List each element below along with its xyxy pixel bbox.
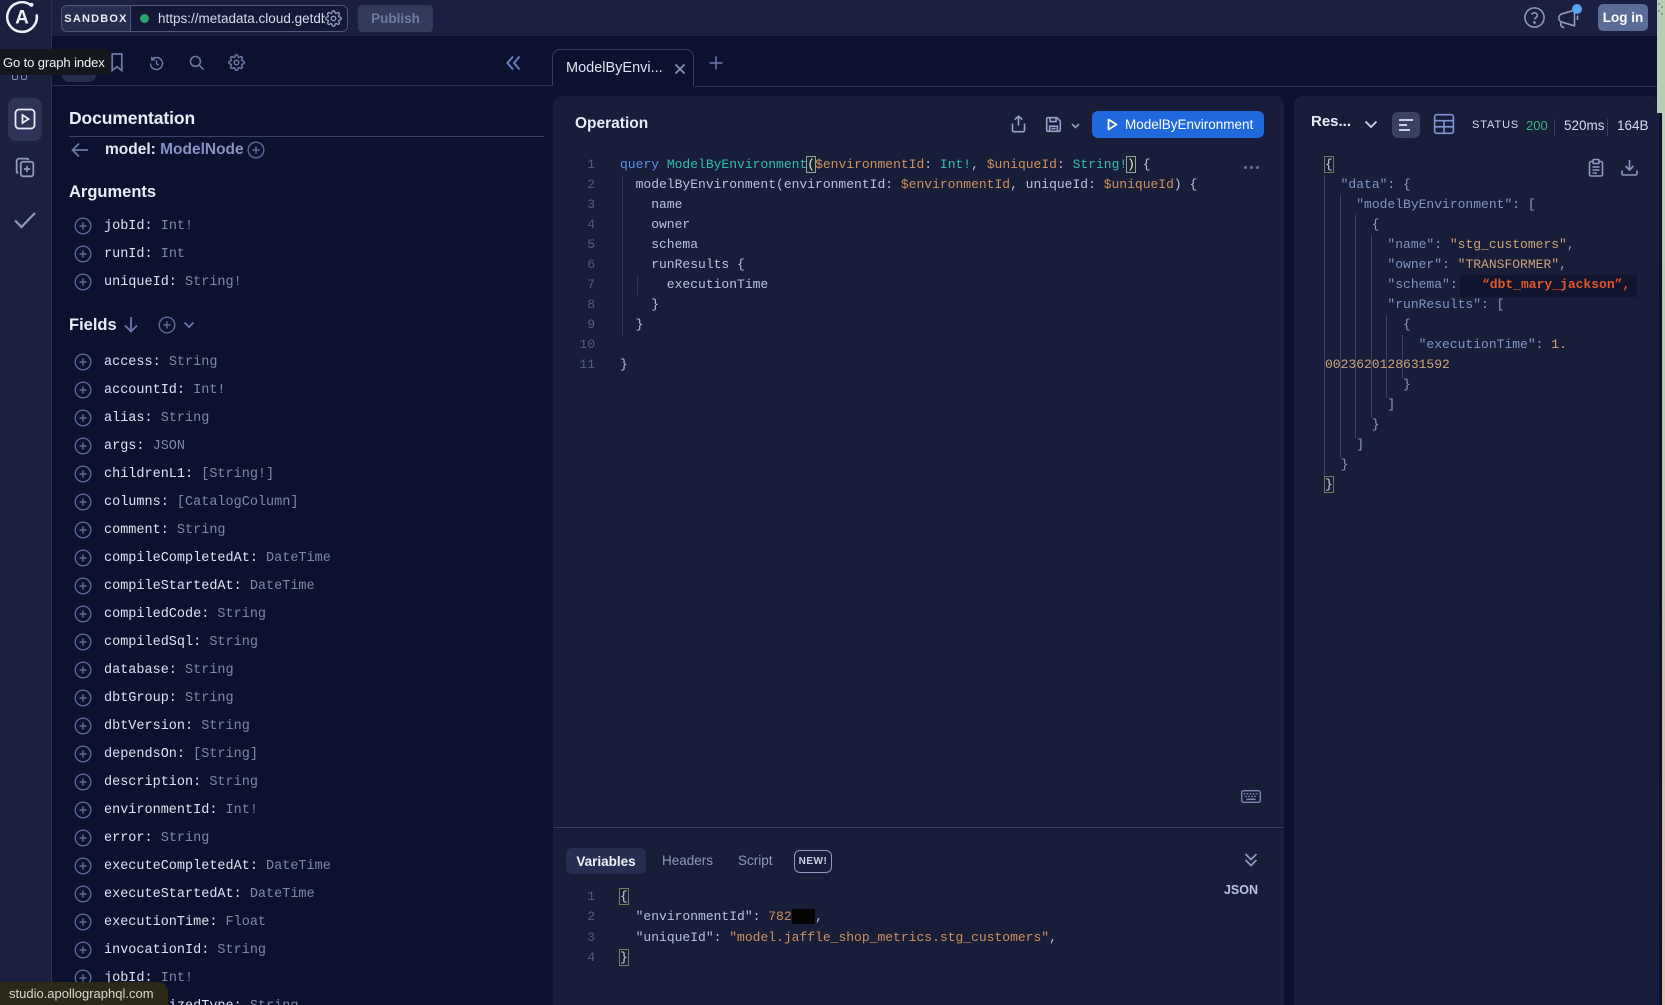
svg-text:A: A — [15, 8, 29, 29]
